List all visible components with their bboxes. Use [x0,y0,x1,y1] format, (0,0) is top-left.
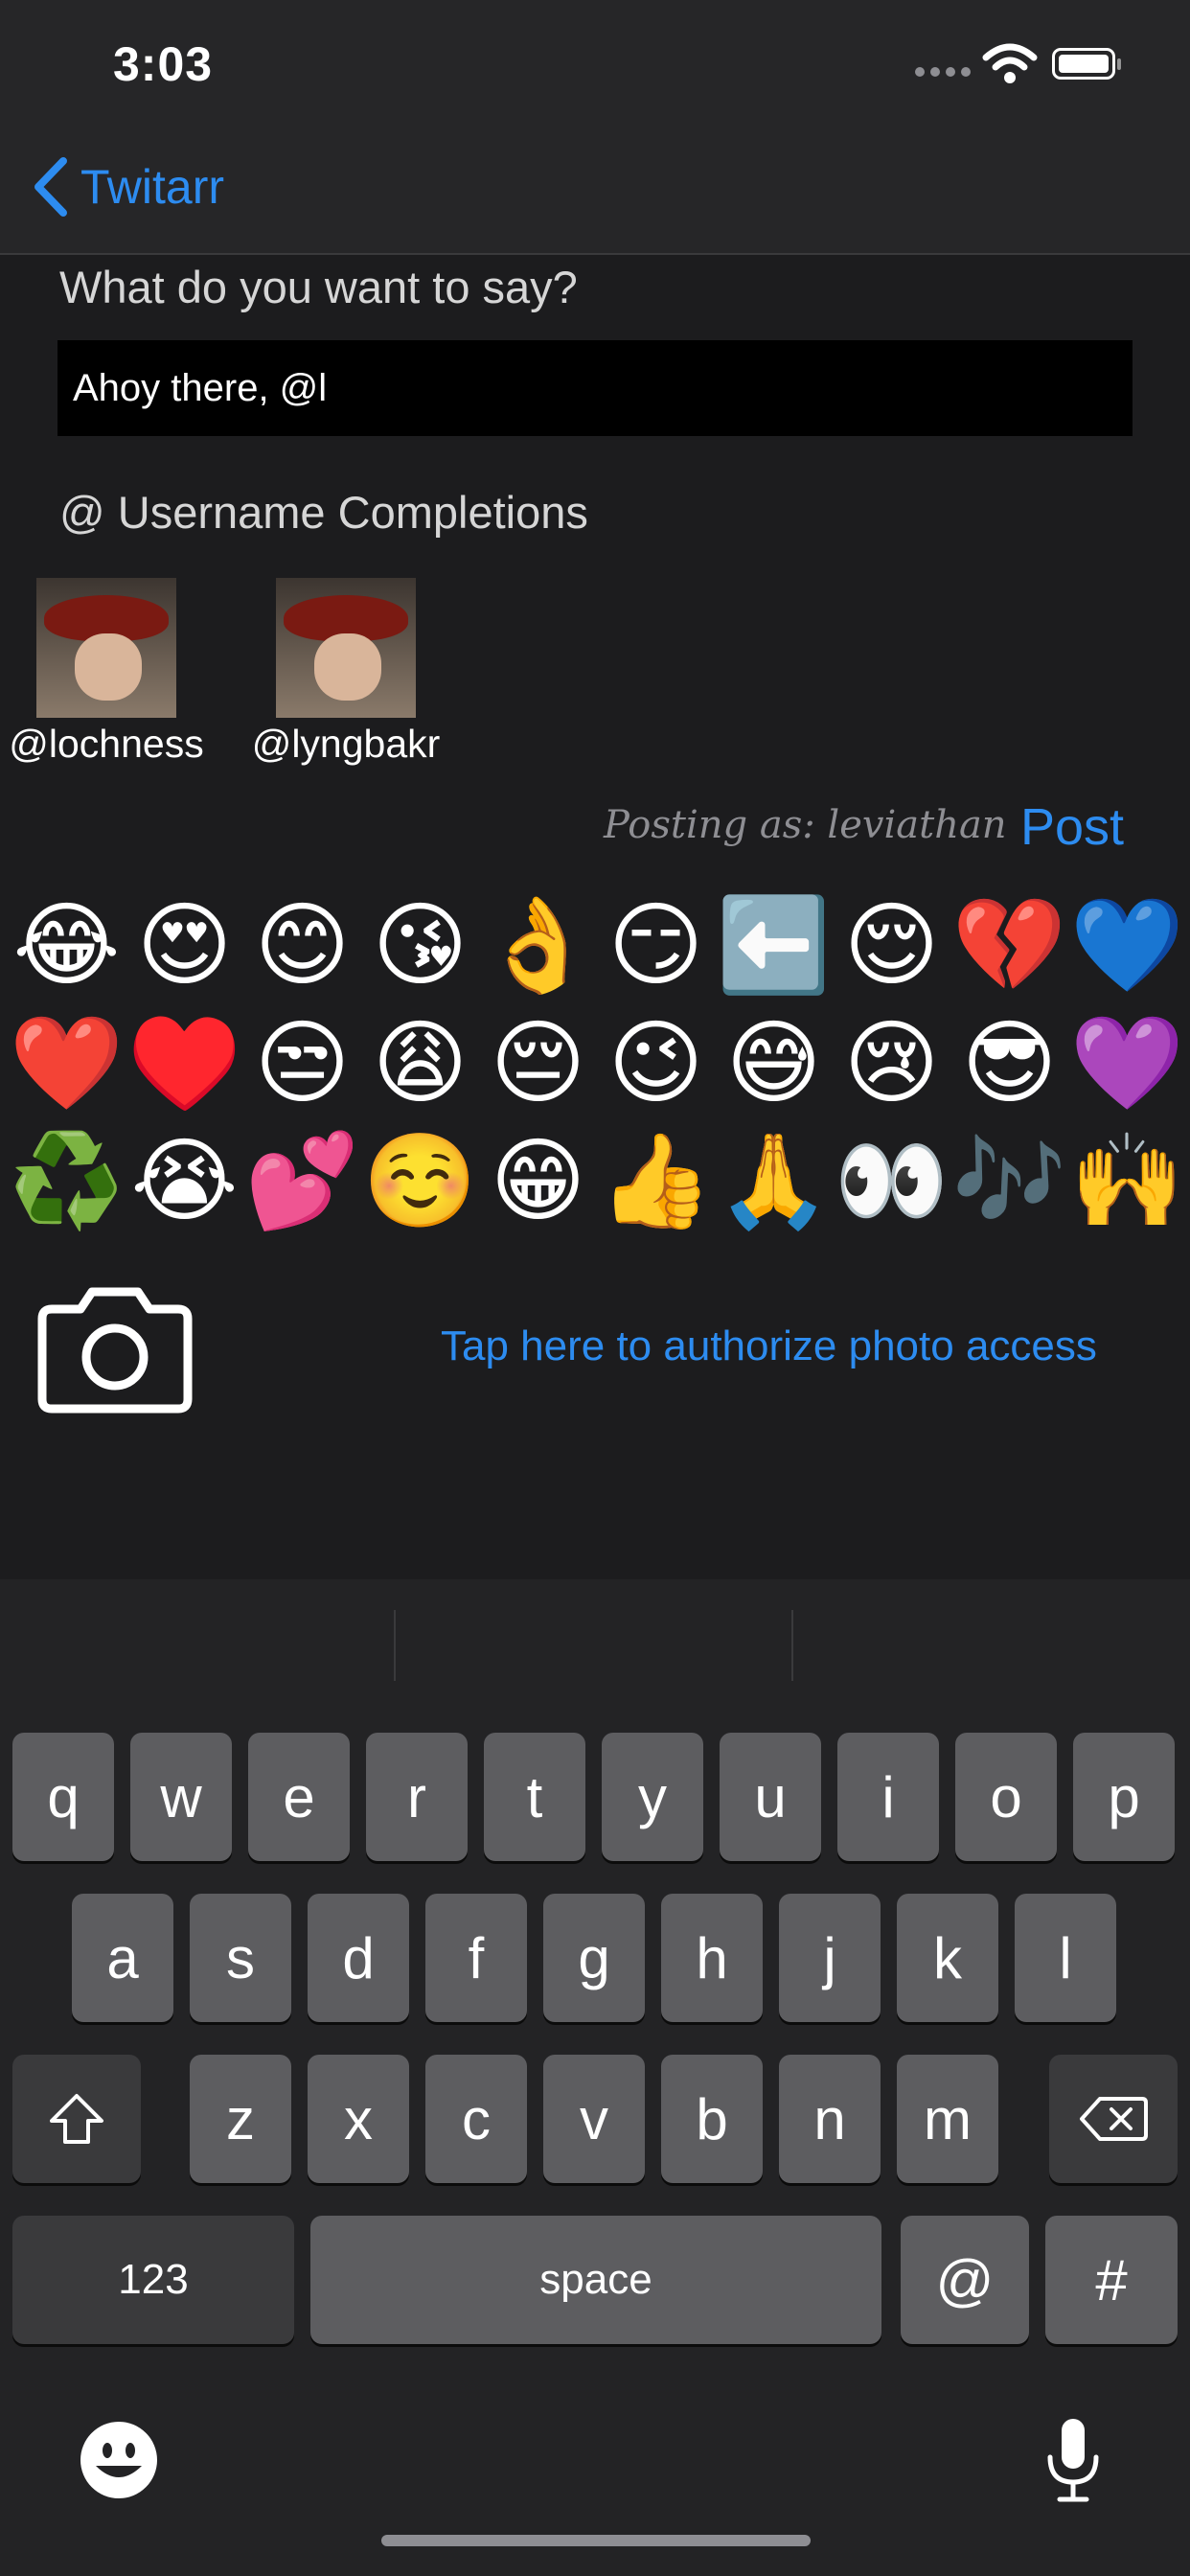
key-n[interactable]: n [779,2055,881,2183]
back-button[interactable]: Twitarr [31,153,224,220]
key-f[interactable]: f [425,1894,527,2022]
avatar [276,578,416,718]
emoji-face-icon[interactable] [79,2420,159,2500]
emoji-button[interactable]: 😭 [126,1122,243,1240]
key-c[interactable]: c [425,2055,527,2183]
emoji-button[interactable]: 😎 [950,1004,1068,1122]
key-v[interactable]: v [543,2055,645,2183]
shift-key[interactable] [12,2055,141,2183]
delete-icon [1080,2097,1148,2141]
emoji-button[interactable]: ⬅️ [715,886,833,1004]
key-q[interactable]: q [12,1733,114,1861]
key-e[interactable]: e [248,1733,350,1861]
key-h[interactable]: h [661,1894,763,2022]
emoji-button[interactable]: 💕 [243,1122,361,1240]
emoji-button[interactable]: 😅 [715,1004,833,1122]
emoji-button[interactable]: 👌 [479,886,597,1004]
nav-divider [0,253,1190,255]
emoji-button[interactable]: 💔 [950,886,1068,1004]
numbers-key[interactable]: 123 [12,2216,294,2344]
emoji-button[interactable]: 😉 [597,1004,715,1122]
wifi-icon [982,43,1038,83]
emoji-button[interactable]: 👀 [833,1122,950,1240]
chevron-left-icon [34,157,67,217]
emoji-button[interactable]: 💙 [1068,886,1186,1004]
emoji-button[interactable]: 😘 [361,886,479,1004]
key-x[interactable]: x [308,2055,409,2183]
emoji-button[interactable]: 😁 [479,1122,597,1240]
emoji-button[interactable]: 😂 [8,886,126,1004]
suggestion-divider [394,1610,396,1681]
emoji-button[interactable]: 🙌 [1068,1122,1186,1240]
emoji-button[interactable]: 😩 [361,1004,479,1122]
emoji-button[interactable]: 🎶 [950,1122,1068,1240]
emoji-button[interactable]: 😔 [479,1004,597,1122]
key-l[interactable]: l [1015,1894,1116,2022]
emoji-grid: 😂 😍 😊 😘 👌 😏 ⬅️ 😌 💔 💙 ❤️ ♥️ 😒 😩 😔 😉 😅 😢 😎… [8,886,1190,1240]
key-t[interactable]: t [484,1733,585,1861]
post-button[interactable]: Post [1020,797,1124,857]
key-j[interactable]: j [779,1894,881,2022]
emoji-button[interactable]: 😒 [243,1004,361,1122]
emoji-button[interactable]: 💜 [1068,1004,1186,1122]
emoji-button[interactable]: ♥️ [126,1004,243,1122]
emoji-button[interactable]: 😏 [597,886,715,1004]
emoji-button[interactable]: ☺️ [361,1122,479,1240]
posting-as-label: Posting as: leviathan [604,803,1007,847]
hash-key[interactable]: # [1045,2216,1178,2344]
status-time: 3:03 [113,37,214,91]
emoji-button[interactable]: 😢 [833,1004,950,1122]
compose-prompt: What do you want to say? [59,262,578,312]
shift-icon [50,2094,103,2144]
key-p[interactable]: p [1073,1733,1175,1861]
emoji-button[interactable]: 😍 [126,886,243,1004]
delete-key[interactable] [1049,2055,1178,2183]
emoji-button[interactable]: 😌 [833,886,950,1004]
key-u[interactable]: u [720,1733,821,1861]
key-b[interactable]: b [661,2055,763,2183]
microphone-icon[interactable] [1042,2415,1104,2503]
emoji-button[interactable]: 😊 [243,886,361,1004]
key-r[interactable]: r [366,1733,468,1861]
completions-title: @ Username Completions [59,487,588,538]
completion-user-lochness[interactable]: @lochness [6,578,207,767]
avatar [36,578,176,718]
at-key[interactable]: @ [901,2216,1029,2344]
completion-user-lyngbakr[interactable]: @lyngbakr [245,578,446,767]
suggestion-divider [791,1610,793,1681]
key-z[interactable]: z [190,2055,291,2183]
key-m[interactable]: m [897,2055,998,2183]
authorize-photo-link[interactable]: Tap here to authorize photo access [441,1322,1097,1370]
post-text-field[interactable]: Ahoy there, @l [57,340,1133,436]
key-a[interactable]: a [72,1894,173,2022]
emoji-button[interactable]: ❤️ [8,1004,126,1122]
home-indicator [381,2535,811,2546]
completion-username: @lyngbakr [251,722,441,766]
key-d[interactable]: d [308,1894,409,2022]
key-w[interactable]: w [130,1733,232,1861]
back-label: Twitarr [80,160,224,214]
key-g[interactable]: g [543,1894,645,2022]
emoji-button[interactable]: 👍 [597,1122,715,1240]
completion-username: @lochness [9,722,204,766]
camera-icon[interactable] [33,1284,197,1414]
space-key[interactable]: space [310,2216,881,2344]
cellular-signal-icon [915,67,971,79]
battery-icon [1052,48,1121,80]
key-o[interactable]: o [955,1733,1057,1861]
emoji-button[interactable]: 🙏 [715,1122,833,1240]
key-k[interactable]: k [897,1894,998,2022]
key-y[interactable]: y [602,1733,703,1861]
key-s[interactable]: s [190,1894,291,2022]
emoji-button[interactable]: ♻️ [8,1122,126,1240]
key-i[interactable]: i [837,1733,939,1861]
